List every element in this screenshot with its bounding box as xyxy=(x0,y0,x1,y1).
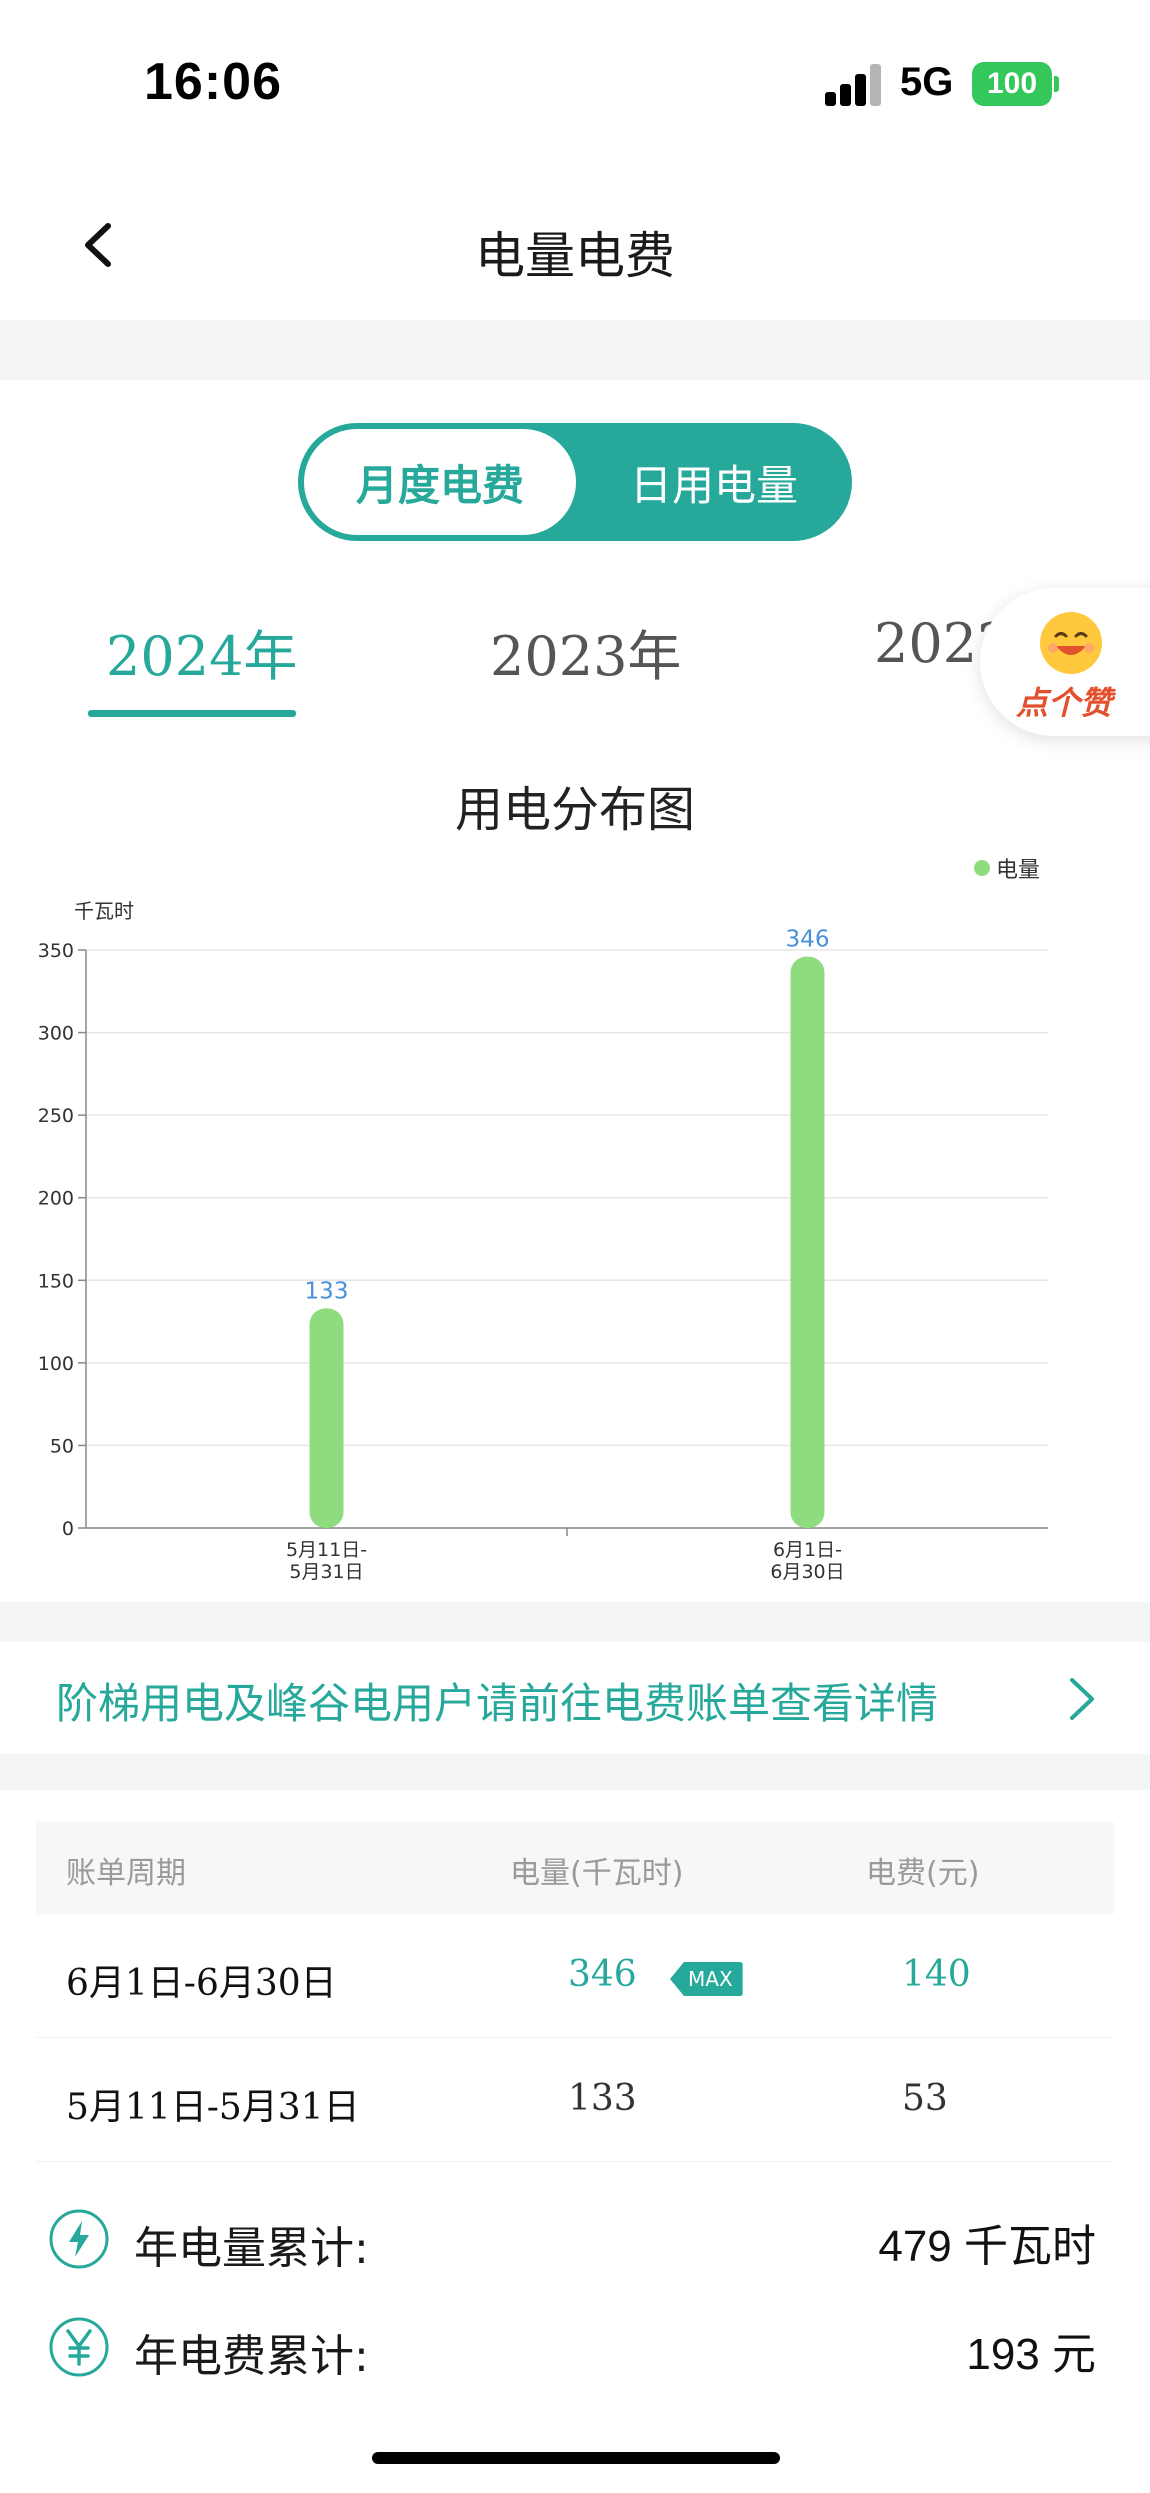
row-kwh: 346 xyxy=(568,1954,637,1995)
section-divider xyxy=(0,320,1150,380)
row-period: 6月1日-6月30日 xyxy=(66,1963,337,2004)
header-fee: 电费(元) xyxy=(866,1856,980,1891)
section-divider xyxy=(0,1602,1150,1642)
y-tick-label: 150 xyxy=(38,1270,74,1292)
network-label: 5G xyxy=(900,60,954,104)
bill-table: 账单周期 电量(千瓦时) 电费(元) 6月1日-6月30日 346 MAX 14… xyxy=(36,1822,1114,2162)
table-row[interactable]: 5月11日-5月31日 133 53 xyxy=(36,2038,1114,2162)
table-row[interactable]: 6月1日-6月30日 346 MAX 140 xyxy=(36,1914,1114,2038)
y-tick-label: 0 xyxy=(62,1518,74,1540)
nav-bar: 电量电费 xyxy=(0,170,1150,320)
annual-kwh-label: 年电量累计: xyxy=(134,2223,369,2274)
row-fee: 53 xyxy=(902,2078,948,2119)
annual-fee-label: 年电费累计: xyxy=(134,2331,369,2382)
like-label: 点个赞 xyxy=(1016,684,1113,722)
year-tab-indicator xyxy=(88,710,296,717)
bar xyxy=(790,956,825,1528)
smile-emoji-icon xyxy=(1040,612,1102,674)
data-label: 133 xyxy=(305,1278,349,1304)
y-tick-label: 100 xyxy=(38,1353,74,1375)
view-toggle[interactable]: 月度电费 日用电量 xyxy=(298,423,852,541)
y-tick-label: 50 xyxy=(50,1435,74,1457)
row-period: 5月11日-5月31日 xyxy=(66,2087,360,2128)
y-tick-label: 250 xyxy=(38,1105,74,1127)
tab-daily-usage[interactable]: 日用电量 xyxy=(582,429,846,535)
x-tick-label: 6月1日-6月30日 xyxy=(770,1539,844,1583)
header-period: 账单周期 xyxy=(66,1856,186,1891)
lightning-icon xyxy=(49,2209,109,2269)
status-bar: 16:06 5G 100 xyxy=(0,0,1150,170)
row-kwh: 133 xyxy=(568,2078,637,2119)
data-label: 346 xyxy=(786,927,830,953)
annual-kwh-value: 479 千瓦时 xyxy=(878,2222,1096,2271)
max-badge: MAX xyxy=(670,1962,743,1996)
legend-dot xyxy=(974,860,990,876)
x-tick-label: 5月11日-5月31日 xyxy=(286,1539,367,1583)
bill-detail-text: 阶梯用电及峰谷电用户请前往电费账单查看详情 xyxy=(56,1679,939,1728)
y-tick-label: 200 xyxy=(38,1188,74,1210)
section-divider xyxy=(0,1754,1150,1790)
y-axis-label: 千瓦时 xyxy=(74,899,134,923)
tab-year-2023[interactable]: 2023年 xyxy=(490,612,681,691)
row-fee: 140 xyxy=(902,1954,971,1995)
tab-monthly-fee[interactable]: 月度电费 xyxy=(304,429,576,535)
usage-bar-chart: 千瓦时 0 50 100 150 200 250 300 350 133 5月11日-5月31日 34… xyxy=(38,899,1048,1583)
annual-fee-summary: 年电费累计: 193 元 xyxy=(0,2304,1150,2394)
status-time: 16:06 xyxy=(144,53,282,111)
yuan-icon xyxy=(49,2317,109,2377)
signal-icon xyxy=(825,62,883,106)
y-tick-label: 350 xyxy=(38,940,74,962)
chart-title: 用电分布图 xyxy=(454,782,695,838)
legend-label: 电量 xyxy=(996,858,1041,883)
like-badge[interactable]: 点个赞 xyxy=(980,588,1150,736)
bar xyxy=(309,1308,344,1528)
header-kwh: 电量(千瓦时) xyxy=(510,1856,684,1891)
chevron-right-icon xyxy=(1070,1678,1094,1720)
tab-year-2024[interactable]: 2024年 xyxy=(106,612,297,691)
annual-kwh-summary: 年电量累计: 479 千瓦时 xyxy=(0,2196,1150,2286)
page-title: 电量电费 xyxy=(475,227,675,285)
bill-detail-link[interactable]: 阶梯用电及峰谷电用户请前往电费账单查看详情 xyxy=(0,1642,1150,1754)
y-tick-label: 300 xyxy=(38,1023,74,1045)
table-header: 账单周期 电量(千瓦时) 电费(元) xyxy=(36,1822,1114,1914)
battery-tip xyxy=(1054,76,1059,92)
chart-legend[interactable]: 电量 xyxy=(974,852,1040,884)
annual-fee-value: 193 元 xyxy=(966,2330,1096,2379)
home-indicator[interactable] xyxy=(372,2452,780,2464)
battery-icon: 100 xyxy=(972,62,1052,106)
